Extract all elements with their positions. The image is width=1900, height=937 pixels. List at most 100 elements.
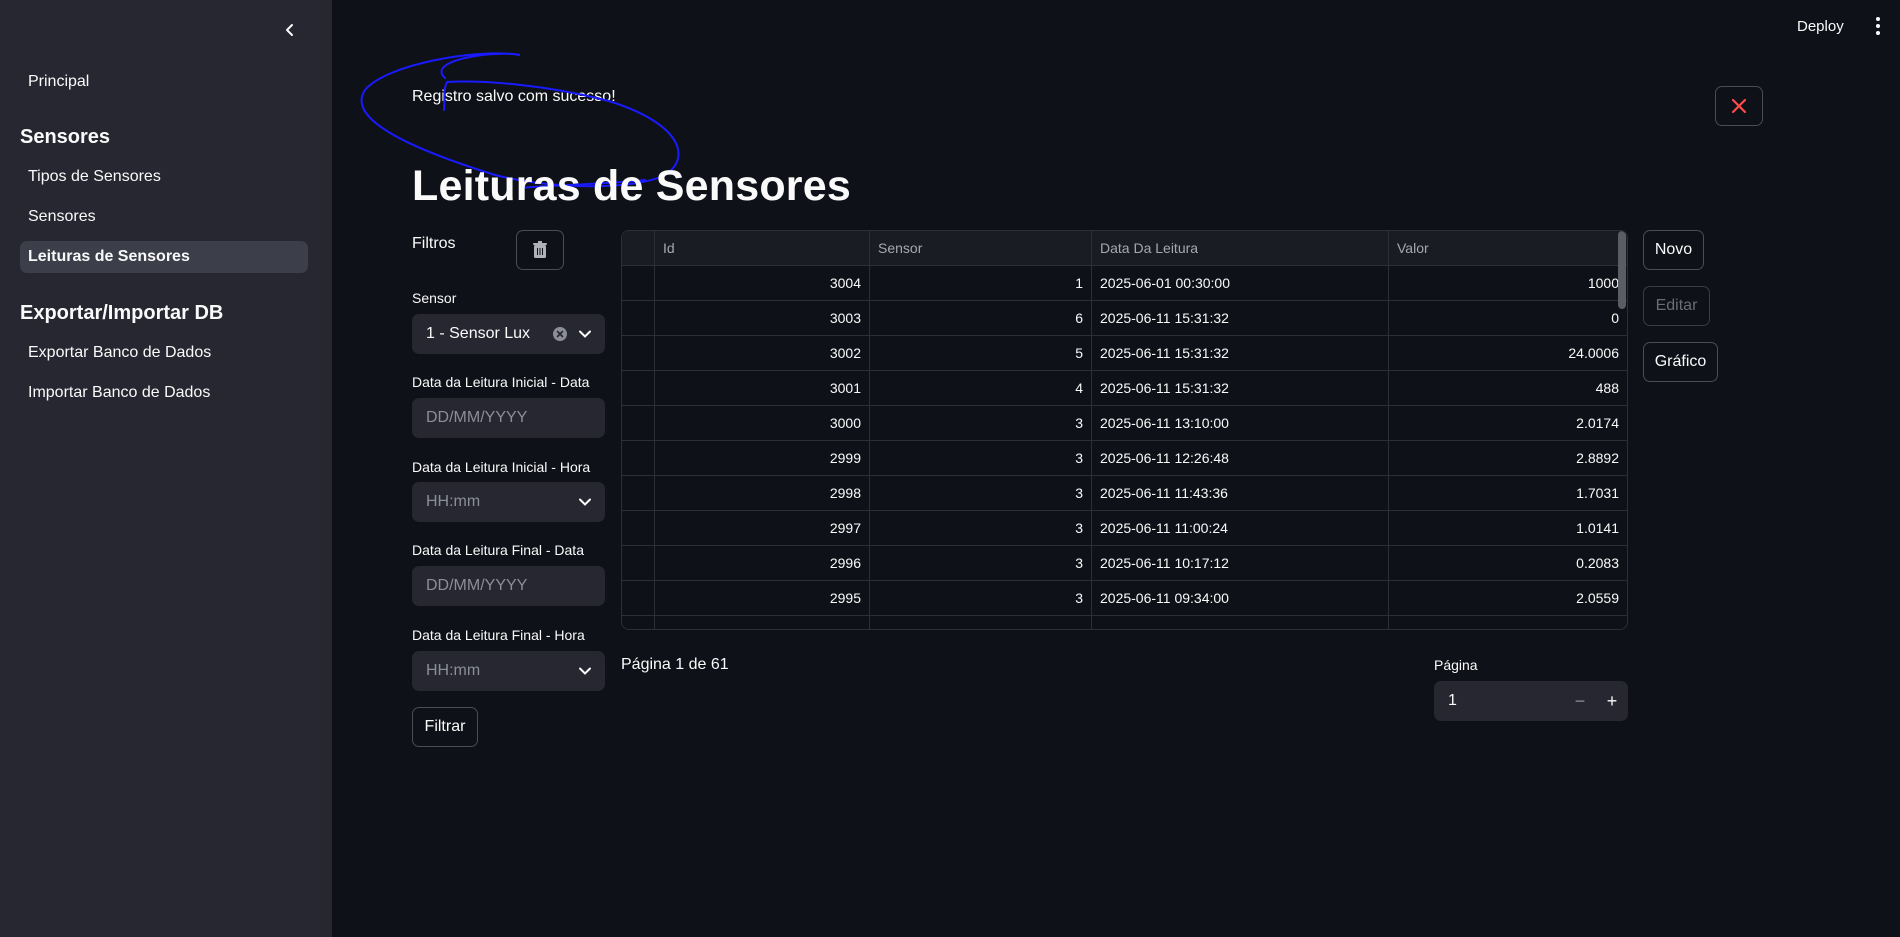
increment-button[interactable]: + bbox=[1596, 681, 1628, 721]
row-index-cell[interactable] bbox=[622, 581, 655, 615]
column-header-data-leitura[interactable]: Data Da Leitura bbox=[1092, 231, 1389, 265]
sidebar-item-importar-banco[interactable]: Importar Banco de Dados bbox=[20, 377, 308, 409]
cell-id[interactable]: 2995 bbox=[655, 581, 870, 615]
cell-id[interactable]: 3004 bbox=[655, 266, 870, 300]
cell-sensor[interactable]: 4 bbox=[870, 371, 1092, 405]
cell-data-leitura[interactable]: 2025-06-11 15:31:32 bbox=[1092, 371, 1389, 405]
cell-valor[interactable]: 488 bbox=[1389, 371, 1627, 405]
close-alert-button[interactable] bbox=[1715, 86, 1763, 126]
end-date-placeholder: DD/MM/YYYY bbox=[426, 577, 528, 594]
cell-data-leitura[interactable]: 2025-06-11 09:34:00 bbox=[1092, 581, 1389, 615]
cell-id[interactable]: 3003 bbox=[655, 301, 870, 335]
cell-sensor[interactable]: 1 bbox=[870, 266, 1092, 300]
page-number-stepper[interactable]: 1 − + bbox=[1434, 681, 1628, 721]
row-index-header bbox=[622, 231, 655, 265]
row-index-cell[interactable] bbox=[622, 546, 655, 580]
column-header-sensor[interactable]: Sensor bbox=[870, 231, 1092, 265]
row-index-cell[interactable] bbox=[622, 371, 655, 405]
page-number-input[interactable]: 1 bbox=[1434, 692, 1564, 710]
chevron-down-icon bbox=[579, 330, 591, 338]
cell-id[interactable]: 3001 bbox=[655, 371, 870, 405]
row-index-cell[interactable] bbox=[622, 406, 655, 440]
start-date-input[interactable]: DD/MM/YYYY bbox=[412, 398, 605, 438]
cell-sensor[interactable]: 3 bbox=[870, 511, 1092, 545]
start-date-placeholder: DD/MM/YYYY bbox=[426, 409, 528, 426]
row-index-cell[interactable] bbox=[622, 301, 655, 335]
cell-id[interactable]: 2996 bbox=[655, 546, 870, 580]
cell-id[interactable]: 3000 bbox=[655, 406, 870, 440]
table-row[interactable]: 3000 3 2025-06-11 13:10:00 2.0174 bbox=[622, 406, 1627, 441]
sidebar-item-exportar-banco[interactable]: Exportar Banco de Dados bbox=[20, 337, 308, 369]
cell-id[interactable]: 2999 bbox=[655, 441, 870, 475]
cell-valor[interactable]: 2.0559 bbox=[1389, 581, 1627, 615]
table-scrollbar[interactable] bbox=[1618, 231, 1626, 309]
start-time-select[interactable]: HH:mm bbox=[412, 482, 605, 522]
column-header-valor[interactable]: Valor bbox=[1389, 231, 1627, 265]
cell-data-leitura[interactable]: 2025-06-11 11:00:24 bbox=[1092, 511, 1389, 545]
row-index-cell[interactable] bbox=[622, 266, 655, 300]
column-header-id[interactable]: Id bbox=[655, 231, 870, 265]
end-date-input[interactable]: DD/MM/YYYY bbox=[412, 566, 605, 606]
table-row[interactable]: 2997 3 2025-06-11 11:00:24 1.0141 bbox=[622, 511, 1627, 546]
cell-valor[interactable]: 1.0141 bbox=[1389, 511, 1627, 545]
table-row[interactable]: 3001 4 2025-06-11 15:31:32 488 bbox=[622, 371, 1627, 406]
cell-sensor[interactable]: 5 bbox=[870, 336, 1092, 370]
cell-valor[interactable]: 0.2083 bbox=[1389, 546, 1627, 580]
cell-id[interactable]: 2998 bbox=[655, 476, 870, 510]
table-row[interactable]: 2999 3 2025-06-11 12:26:48 2.8892 bbox=[622, 441, 1627, 476]
cell-data-leitura[interactable]: 2025-06-11 15:31:32 bbox=[1092, 301, 1389, 335]
cell-data-leitura[interactable]: 2025-06-11 15:31:32 bbox=[1092, 336, 1389, 370]
cell-id[interactable]: 2997 bbox=[655, 511, 870, 545]
cell-data-leitura[interactable]: 2025-06-11 12:26:48 bbox=[1092, 441, 1389, 475]
row-index-cell[interactable] bbox=[622, 476, 655, 510]
row-index-cell[interactable] bbox=[622, 511, 655, 545]
sidebar-item-leituras-de-sensores[interactable]: Leituras de Sensores bbox=[20, 241, 308, 273]
cell-valor[interactable]: 1.7031 bbox=[1389, 476, 1627, 510]
collapse-sidebar-button[interactable] bbox=[278, 18, 302, 42]
cell-valor[interactable]: 1000 bbox=[1389, 266, 1627, 300]
cell-data-leitura[interactable]: 2025-06-01 00:30:00 bbox=[1092, 266, 1389, 300]
cell-valor[interactable]: 24.0006 bbox=[1389, 336, 1627, 370]
cell-valor[interactable]: 2.8892 bbox=[1389, 441, 1627, 475]
row-index-cell[interactable] bbox=[622, 441, 655, 475]
cell-sensor[interactable]: 6 bbox=[870, 301, 1092, 335]
cell-data-leitura[interactable]: 2025-06-11 11:43:36 bbox=[1092, 476, 1389, 510]
table-row[interactable]: 3004 1 2025-06-01 00:30:00 1000 bbox=[622, 266, 1627, 301]
sidebar-item-tipos-de-sensores[interactable]: Tipos de Sensores bbox=[20, 161, 308, 193]
cell-sensor[interactable]: 3 bbox=[870, 546, 1092, 580]
table-row[interactable]: 2998 3 2025-06-11 11:43:36 1.7031 bbox=[622, 476, 1627, 511]
deploy-button[interactable]: Deploy bbox=[1797, 14, 1844, 38]
edit-button[interactable]: Editar bbox=[1643, 286, 1710, 326]
new-button[interactable]: Novo bbox=[1643, 230, 1704, 270]
cell-valor[interactable]: 2.0174 bbox=[1389, 406, 1627, 440]
table-row[interactable]: 3003 6 2025-06-11 15:31:32 0 bbox=[622, 301, 1627, 336]
end-time-placeholder: HH:mm bbox=[426, 662, 481, 679]
close-icon bbox=[1731, 98, 1747, 114]
readings-table[interactable]: Id Sensor Data Da Leitura Valor 3004 1 202… bbox=[621, 230, 1628, 630]
table-row[interactable]: 2995 3 2025-06-11 09:34:00 2.0559 bbox=[622, 581, 1627, 616]
row-index-cell[interactable] bbox=[622, 336, 655, 370]
cell-sensor[interactable]: 3 bbox=[870, 441, 1092, 475]
sensor-label: Sensor bbox=[412, 290, 457, 306]
sensor-select[interactable]: 1 - Sensor Lux bbox=[412, 314, 605, 354]
cell-sensor[interactable]: 3 bbox=[870, 406, 1092, 440]
table-row[interactable]: 3002 5 2025-06-11 15:31:32 24.0006 bbox=[622, 336, 1627, 371]
sidebar-item-principal[interactable]: Principal bbox=[20, 66, 308, 98]
main-menu-icon[interactable] bbox=[1868, 14, 1888, 38]
cell-valor[interactable]: 0 bbox=[1389, 301, 1627, 335]
filter-button[interactable]: Filtrar bbox=[412, 707, 478, 747]
trash-icon bbox=[533, 241, 547, 258]
chevron-down-icon bbox=[579, 667, 591, 675]
table-row[interactable]: 2996 3 2025-06-11 10:17:12 0.2083 bbox=[622, 546, 1627, 581]
end-time-select[interactable]: HH:mm bbox=[412, 651, 605, 691]
cell-data-leitura[interactable]: 2025-06-11 10:17:12 bbox=[1092, 546, 1389, 580]
cell-sensor[interactable]: 3 bbox=[870, 581, 1092, 615]
cell-id[interactable]: 3002 bbox=[655, 336, 870, 370]
chart-button[interactable]: Gráfico bbox=[1643, 342, 1718, 382]
decrement-button[interactable]: − bbox=[1564, 681, 1596, 721]
clear-selection-icon[interactable] bbox=[553, 327, 567, 341]
cell-sensor[interactable]: 3 bbox=[870, 476, 1092, 510]
cell-data-leitura[interactable]: 2025-06-11 13:10:00 bbox=[1092, 406, 1389, 440]
clear-filters-button[interactable] bbox=[516, 230, 564, 270]
sidebar-item-sensores[interactable]: Sensores bbox=[20, 201, 308, 233]
